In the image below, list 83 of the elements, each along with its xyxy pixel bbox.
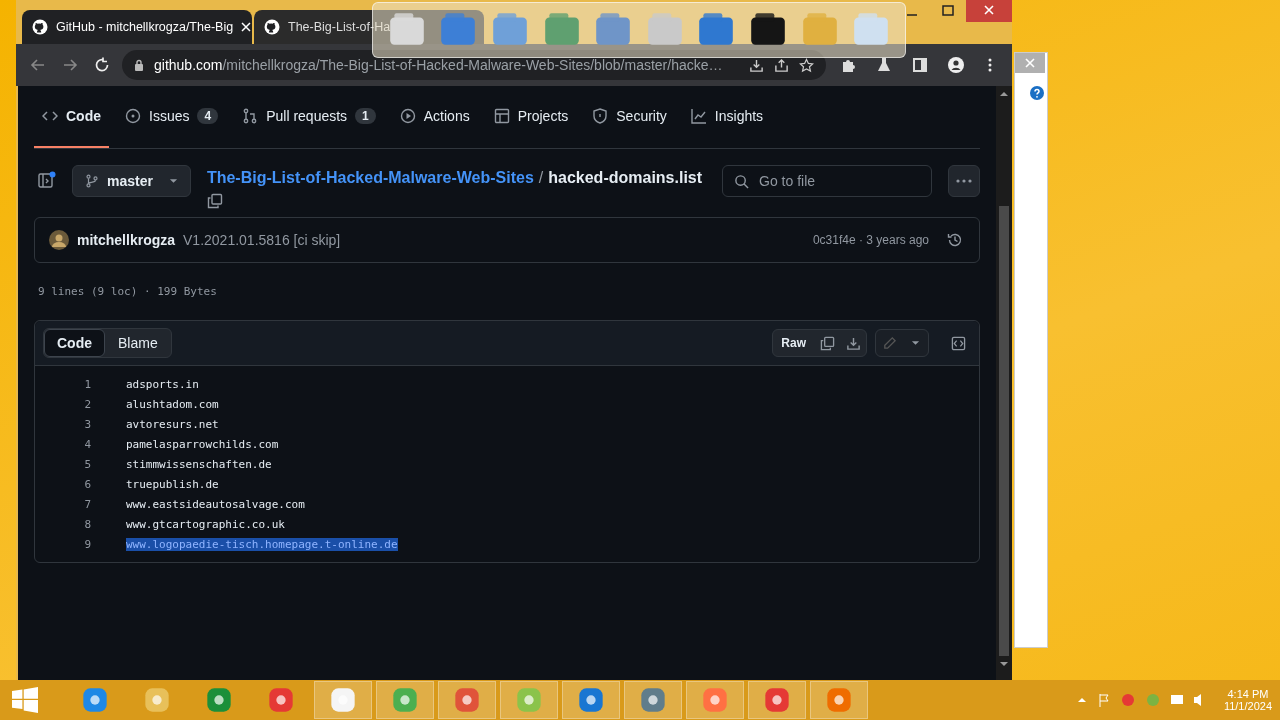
branch-selector[interactable]: master xyxy=(72,165,191,197)
code-line: alushtadom.com xyxy=(126,397,219,411)
code-line: truepublish.de xyxy=(126,477,219,491)
clock-date: 11/1/2024 xyxy=(1223,700,1272,712)
graph-icon xyxy=(690,108,707,124)
repo-tab[interactable]: Security xyxy=(584,86,675,148)
github-icon xyxy=(264,19,280,35)
search-field[interactable]: Go to file xyxy=(722,165,932,197)
caret-icon[interactable] xyxy=(910,340,920,346)
forward-icon[interactable] xyxy=(62,57,78,73)
repo-tab[interactable]: Issues 4 xyxy=(117,86,227,148)
line-number: 3 xyxy=(83,417,92,431)
code-icon[interactable] xyxy=(950,335,966,351)
view-tab[interactable]: Blame xyxy=(105,329,171,357)
close-button[interactable] xyxy=(1015,53,1045,73)
side-panel-icon[interactable] xyxy=(38,171,56,189)
puzzle-icon[interactable] xyxy=(840,57,856,73)
close-button[interactable] xyxy=(966,0,1012,22)
more-button[interactable] xyxy=(948,165,980,197)
scroll-down-icon[interactable] xyxy=(999,659,1009,669)
windows-icon[interactable] xyxy=(12,687,38,713)
line-number: 8 xyxy=(83,517,92,531)
tab-title: GitHub - mitchellkrogza/The-Big xyxy=(56,20,234,34)
download-icon[interactable] xyxy=(845,335,861,351)
file-name: hacked-domains.list xyxy=(548,169,703,187)
view-tab[interactable]: Code xyxy=(44,329,105,357)
count-badge: 4 xyxy=(197,108,219,124)
dots-icon xyxy=(956,179,972,183)
line-number: 9 xyxy=(83,537,92,551)
repo-tab[interactable]: Projects xyxy=(485,86,577,148)
code-line: adsports.in xyxy=(126,377,199,391)
line-number: 5 xyxy=(83,457,92,471)
repo-tab[interactable]: Code xyxy=(34,86,109,148)
pull-request-icon xyxy=(242,108,259,124)
close-icon[interactable] xyxy=(241,22,252,32)
repo-link[interactable]: The-Big-List-of-Hacked-Malware-Web-Sites xyxy=(206,169,534,187)
scroll-up-icon[interactable] xyxy=(999,89,1009,99)
play-icon xyxy=(399,108,416,124)
code-line: avtoresurs.net xyxy=(126,417,219,431)
line-number: 2 xyxy=(83,397,92,411)
browser-tab[interactable]: GitHub - mitchellkrogza/The-Big xyxy=(22,10,252,44)
code-line: stimmwissenschaften.de xyxy=(126,457,272,471)
reload-icon[interactable] xyxy=(94,57,110,73)
commit-info[interactable]: 0c31f4e · 3 years ago xyxy=(812,233,929,247)
branch-icon xyxy=(85,174,99,188)
avatar-icon xyxy=(49,230,69,250)
copy-icon[interactable] xyxy=(819,335,835,351)
star-icon[interactable] xyxy=(799,57,814,73)
back-icon[interactable] xyxy=(30,57,46,73)
path-separator: / xyxy=(538,169,544,187)
circle-dot-icon xyxy=(125,108,141,124)
share-icon[interactable] xyxy=(774,57,789,73)
history-icon[interactable] xyxy=(947,232,963,248)
repo-tab[interactable]: Pull requests 1 xyxy=(234,86,384,148)
table-icon xyxy=(493,108,510,124)
count-badge: 1 xyxy=(355,108,376,124)
search-icon xyxy=(734,174,749,189)
scroll-thumb[interactable] xyxy=(999,206,1009,656)
lock-icon xyxy=(134,59,144,71)
caret-icon xyxy=(168,178,178,184)
code-line: www.eastsideautosalvage.com xyxy=(126,497,305,511)
copy-icon[interactable] xyxy=(206,193,223,209)
sidebar-icon[interactable] xyxy=(912,57,928,73)
repo-tab[interactable]: Actions xyxy=(391,86,478,148)
repo-tab[interactable]: Insights xyxy=(682,86,772,148)
address-bar[interactable]: github.com/mitchellkrogza/The-Big-List-of-Hacked-Malware-Web-Sites/blob/master/hacke… xyxy=(122,50,826,80)
line-number: 7 xyxy=(83,497,92,511)
code-line: pamelasparrowchilds.com xyxy=(126,437,279,451)
pencil-icon xyxy=(881,335,897,351)
scrollbar[interactable] xyxy=(996,86,1012,680)
line-number: 4 xyxy=(83,437,92,451)
line-number: 1 xyxy=(83,377,92,391)
file-info: 9 lines (9 loc) · 199 Bytes xyxy=(37,284,218,300)
commit-message[interactable]: V1.2021.01.5816 [ci skip] xyxy=(183,232,341,248)
code-line: www.gtcartographic.co.uk xyxy=(126,517,285,531)
line-number: 6 xyxy=(83,477,92,491)
commit-author[interactable]: mitchellkrogza xyxy=(77,232,176,248)
help-icon[interactable] xyxy=(1030,86,1044,100)
github-icon xyxy=(32,19,48,35)
clock-time: 4:14 PM xyxy=(1227,688,1269,700)
shield-icon xyxy=(592,108,609,124)
install-icon[interactable] xyxy=(749,57,764,73)
profile-icon[interactable] xyxy=(948,57,964,73)
